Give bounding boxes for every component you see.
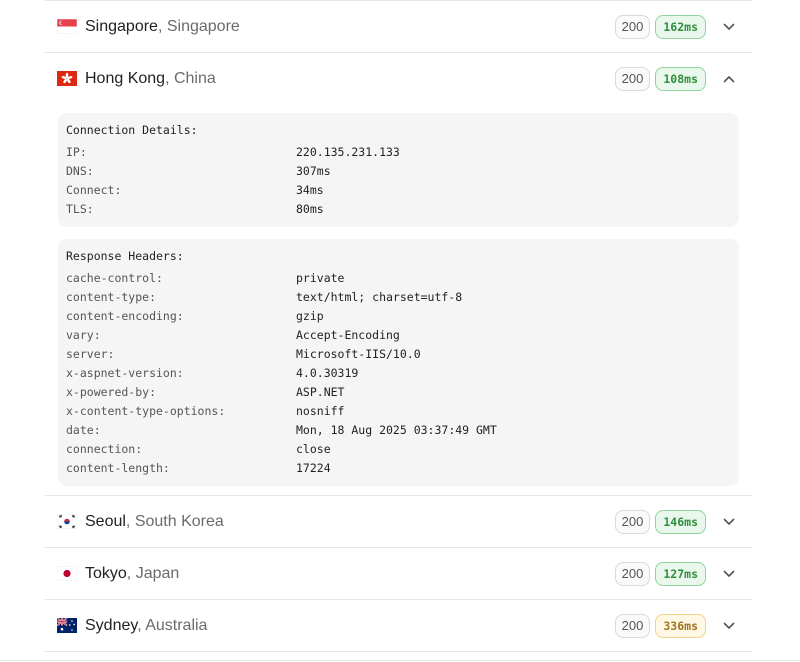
header-value: Mon, 18 Aug 2025 03:37:49 GMT bbox=[296, 423, 497, 437]
detail-key: IP: bbox=[66, 145, 87, 159]
header-key: server: bbox=[66, 347, 115, 361]
header-key: date: bbox=[66, 423, 101, 437]
location-row-hong-kong[interactable]: Hong Kong, China 200 108ms bbox=[45, 53, 752, 104]
location-city: Seoul bbox=[85, 512, 126, 530]
header-value: ASP.NET bbox=[296, 385, 345, 399]
connection-details-title: Connection Details: bbox=[66, 123, 198, 137]
latency-badge: 336ms bbox=[655, 613, 706, 638]
jp-flag-icon bbox=[56, 565, 78, 582]
header-key: x-content-type-options: bbox=[66, 404, 226, 418]
au-flag-icon bbox=[56, 617, 77, 633]
hk-flag-icon bbox=[57, 71, 77, 86]
header-key: cache-control: bbox=[66, 271, 163, 285]
chevron-down-icon[interactable] bbox=[706, 518, 752, 526]
location-row-sydney[interactable]: Sydney, Australia 200 336ms bbox=[45, 600, 752, 652]
header-value: 4.0.30319 bbox=[296, 366, 359, 380]
location-country: , Japan bbox=[126, 564, 180, 582]
location-city: Tokyo bbox=[85, 564, 127, 582]
bottom-divider bbox=[0, 660, 800, 661]
detail-value: 220.135.231.133 bbox=[296, 145, 400, 159]
latency-badge: 162ms bbox=[655, 14, 706, 39]
header-row: server: Microsoft-IIS/10.0 bbox=[66, 345, 731, 364]
connection-detail-row: Connect: 34ms bbox=[66, 181, 731, 200]
header-value: Accept-Encoding bbox=[296, 328, 400, 342]
header-row: content-length: 17224 bbox=[66, 459, 731, 478]
header-value: gzip bbox=[296, 309, 324, 323]
header-row: connection: close bbox=[66, 440, 731, 459]
location-country: , Australia bbox=[137, 616, 208, 634]
status-badge: 200 bbox=[614, 14, 651, 39]
header-key: content-encoding: bbox=[66, 309, 184, 323]
status-badge: 200 bbox=[614, 509, 651, 534]
header-value: nosniff bbox=[296, 404, 345, 418]
status-badge: 200 bbox=[614, 613, 651, 638]
header-row: content-encoding: gzip bbox=[66, 307, 731, 326]
header-value: text/html; charset=utf-8 bbox=[296, 290, 463, 304]
header-key: vary: bbox=[66, 328, 101, 342]
header-key: connection: bbox=[66, 442, 143, 456]
location-city: Singapore bbox=[85, 17, 158, 35]
detail-key: DNS: bbox=[66, 164, 94, 178]
response-headers-title: Response Headers: bbox=[66, 249, 184, 263]
header-key: x-powered-by: bbox=[66, 385, 157, 399]
header-row: x-aspnet-version: 4.0.30319 bbox=[66, 364, 731, 383]
connection-detail-row: DNS: 307ms bbox=[66, 162, 731, 181]
status-badge: 200 bbox=[614, 561, 651, 586]
location-row-seoul[interactable]: Seoul, South Korea 200 146ms bbox=[45, 496, 752, 548]
header-row: date: Mon, 18 Aug 2025 03:37:49 GMT bbox=[66, 421, 731, 440]
location-details-hong-kong: Connection Details: IP: 220.135.231.133 D… bbox=[45, 113, 752, 496]
detail-key: TLS: bbox=[66, 202, 94, 216]
connection-detail-row: TLS: 80ms bbox=[66, 200, 731, 219]
connection-detail-row: IP: 220.135.231.133 bbox=[66, 143, 731, 162]
header-key: x-aspnet-version: bbox=[66, 366, 184, 380]
location-row-singapore[interactable]: Singapore, Singapore 200 162ms bbox=[45, 1, 752, 53]
sg-flag-icon bbox=[56, 18, 78, 35]
location-city: Sydney bbox=[85, 616, 138, 634]
header-row: x-content-type-options: nosniff bbox=[66, 402, 731, 421]
location-list: Singapore, Singapore 200 162ms Hong Kong… bbox=[45, 0, 752, 652]
latency-badge: 127ms bbox=[655, 561, 706, 586]
header-row: vary: Accept-Encoding bbox=[66, 326, 731, 345]
header-row: content-type: text/html; charset=utf-8 bbox=[66, 288, 731, 307]
response-headers-card: Response Headers: cache-control: private … bbox=[58, 239, 739, 486]
kr-flag-icon bbox=[56, 513, 78, 530]
detail-value: 34ms bbox=[296, 183, 324, 197]
location-row-tokyo[interactable]: Tokyo, Japan 200 127ms bbox=[45, 548, 752, 600]
latency-badge: 146ms bbox=[655, 509, 706, 534]
detail-value: 80ms bbox=[296, 202, 324, 216]
header-value: Microsoft-IIS/10.0 bbox=[296, 347, 421, 361]
header-value: 17224 bbox=[296, 461, 331, 475]
chevron-up-icon[interactable] bbox=[706, 75, 752, 83]
chevron-down-icon[interactable] bbox=[706, 23, 752, 31]
chevron-down-icon[interactable] bbox=[706, 622, 752, 630]
header-value: close bbox=[296, 442, 331, 456]
location-city: Hong Kong bbox=[85, 69, 166, 87]
detail-value: 307ms bbox=[296, 164, 331, 178]
location-country: , South Korea bbox=[125, 512, 224, 530]
connection-details-card: Connection Details: IP: 220.135.231.133 D… bbox=[58, 113, 739, 227]
header-key: content-length: bbox=[66, 461, 170, 475]
location-country: , Singapore bbox=[157, 17, 240, 35]
header-key: content-type: bbox=[66, 290, 157, 304]
latency-badge: 108ms bbox=[655, 66, 706, 91]
header-value: private bbox=[296, 271, 345, 285]
chevron-down-icon[interactable] bbox=[706, 570, 752, 578]
detail-key: Connect: bbox=[66, 183, 122, 197]
header-row: x-powered-by: ASP.NET bbox=[66, 383, 731, 402]
header-row: cache-control: private bbox=[66, 269, 731, 288]
status-badge: 200 bbox=[614, 66, 651, 91]
location-country: , China bbox=[165, 69, 216, 87]
